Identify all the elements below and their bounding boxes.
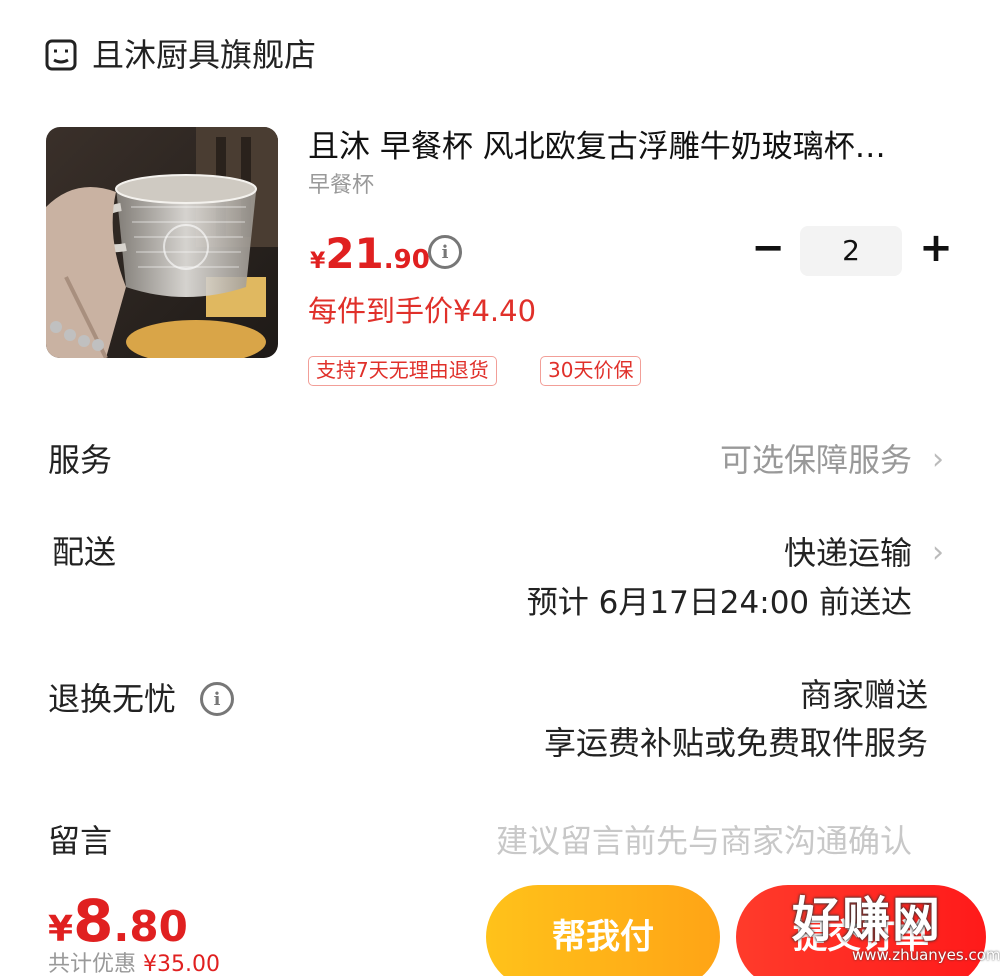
total-discount: 共计优惠 ¥35.00 [48, 950, 220, 976]
price-currency: ¥ [310, 249, 326, 274]
message-input[interactable]: 建议留言前先与商家沟通确认 [496, 818, 912, 864]
returns-info-icon[interactable]: i [200, 682, 234, 716]
product-price: ¥21.90 [310, 226, 430, 291]
price-protect-tag: 30天价保 [540, 356, 642, 386]
help-me-pay-button[interactable]: 帮我付 [486, 885, 720, 976]
store-icon [45, 39, 77, 71]
delivery-label: 配送 [52, 533, 117, 571]
store-name[interactable]: 且沐厨具旗舰店 [92, 32, 316, 78]
service-chevron-icon[interactable]: › [932, 437, 944, 483]
delivery-estimate: 预计 6月17日24:00 前送达 [526, 585, 912, 621]
return-policy-tag: 支持7天无理由退货 [308, 356, 497, 386]
watermark-text: 好赚网 [792, 892, 943, 948]
discount-amount: ¥35.00 [143, 952, 220, 976]
watermark-logo: 好赚网 www.zhuanyes.com [780, 888, 1000, 974]
returns-value: 商家赠送 [799, 676, 928, 714]
price-integer: 21 [325, 229, 384, 278]
total-currency: ¥ [48, 909, 74, 950]
delivery-chevron-icon[interactable]: › [932, 530, 944, 576]
quantity-input[interactable]: 2 [800, 226, 902, 276]
discount-label: 共计优惠 [48, 952, 137, 976]
service-value[interactable]: 可选保障服务 [720, 437, 912, 483]
message-label: 留言 [48, 822, 113, 860]
price-decimal: .90 [383, 245, 430, 275]
returns-detail: 享运费补贴或免费取件服务 [543, 724, 928, 762]
decrease-quantity-button[interactable]: − [748, 228, 788, 272]
product-title[interactable]: 且沐 早餐杯 风北欧复古浮雕牛奶玻璃杯… [308, 125, 948, 169]
product-spec[interactable]: 早餐杯 [308, 170, 374, 202]
watermark-url: www.zhuanyes.com [852, 946, 1000, 964]
total-decimal: .80 [113, 902, 188, 951]
service-label: 服务 [48, 441, 113, 479]
delivery-method[interactable]: 快递运输 [784, 530, 912, 576]
price-info-icon[interactable]: i [428, 235, 462, 269]
unit-price: 每件到手价¥4.40 [308, 294, 537, 328]
total-integer: 8 [73, 887, 114, 955]
returns-label: 退换无忧 [48, 680, 177, 718]
product-image[interactable] [46, 127, 278, 358]
increase-quantity-button[interactable]: + [914, 228, 958, 272]
